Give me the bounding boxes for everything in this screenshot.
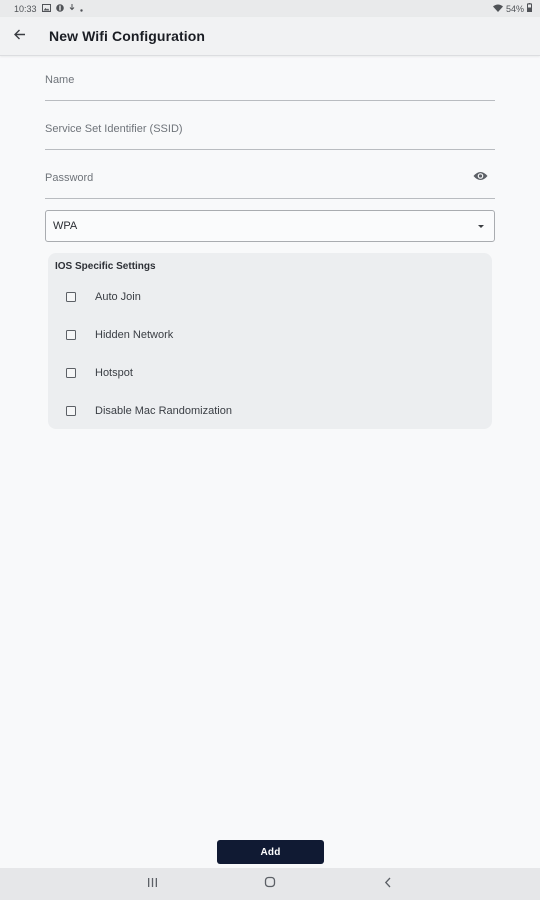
hotspot-label: Hotspot	[95, 367, 133, 379]
more-notifications-dot-icon	[79, 4, 83, 14]
hidden-network-option[interactable]: Hidden Network	[66, 329, 173, 341]
ios-settings-title: IOS Specific Settings	[55, 261, 156, 272]
eye-icon	[473, 168, 488, 186]
password-field	[45, 168, 495, 199]
chevron-down-icon	[478, 224, 484, 228]
home-button[interactable]	[262, 875, 278, 893]
arrow-left-icon	[14, 27, 26, 45]
name-field	[45, 70, 495, 101]
recent-apps-icon	[147, 875, 158, 893]
password-input[interactable]	[45, 168, 445, 188]
ssid-input[interactable]	[45, 119, 495, 139]
name-input[interactable]	[45, 70, 495, 90]
ios-settings-card: IOS Specific Settings Auto Join Hidden N…	[48, 253, 492, 429]
auto-join-checkbox[interactable]	[66, 292, 76, 302]
gallery-notification-icon	[41, 3, 51, 14]
hidden-network-label: Hidden Network	[95, 329, 174, 341]
app-bar: New Wifi Configuration	[0, 17, 540, 56]
recent-apps-button[interactable]	[144, 877, 160, 891]
app-notification-icon	[55, 3, 64, 14]
system-back-button[interactable]	[380, 877, 396, 891]
add-button[interactable]: Add	[217, 840, 324, 864]
wifi-signal-icon	[492, 4, 503, 14]
auto-join-label: Auto Join	[95, 291, 141, 303]
hotspot-checkbox[interactable]	[66, 368, 76, 378]
status-bar: 10:33 54%	[0, 0, 540, 17]
page-title: New Wifi Configuration	[49, 28, 206, 44]
battery-percentage: 54%	[505, 3, 524, 14]
password-visibility-toggle[interactable]	[471, 168, 489, 186]
system-navigation-bar	[0, 868, 540, 900]
ssid-field	[45, 119, 495, 150]
download-notification-icon	[69, 3, 75, 14]
hotspot-option[interactable]: Hotspot	[66, 367, 133, 379]
disable-mac-randomization-option[interactable]: Disable Mac Randomization	[66, 405, 232, 417]
back-button[interactable]	[10, 26, 30, 46]
security-type-dropdown[interactable]: WPA	[45, 210, 495, 242]
auto-join-option[interactable]: Auto Join	[66, 291, 141, 303]
disable-mac-randomization-checkbox[interactable]	[66, 406, 76, 416]
disable-mac-randomization-label: Disable Mac Randomization	[95, 405, 232, 417]
chevron-left-icon	[384, 875, 392, 893]
status-time: 10:33	[14, 3, 37, 14]
security-type-value: WPA	[53, 220, 78, 232]
battery-icon	[527, 3, 532, 14]
home-icon	[264, 875, 276, 893]
hidden-network-checkbox[interactable]	[66, 330, 76, 340]
